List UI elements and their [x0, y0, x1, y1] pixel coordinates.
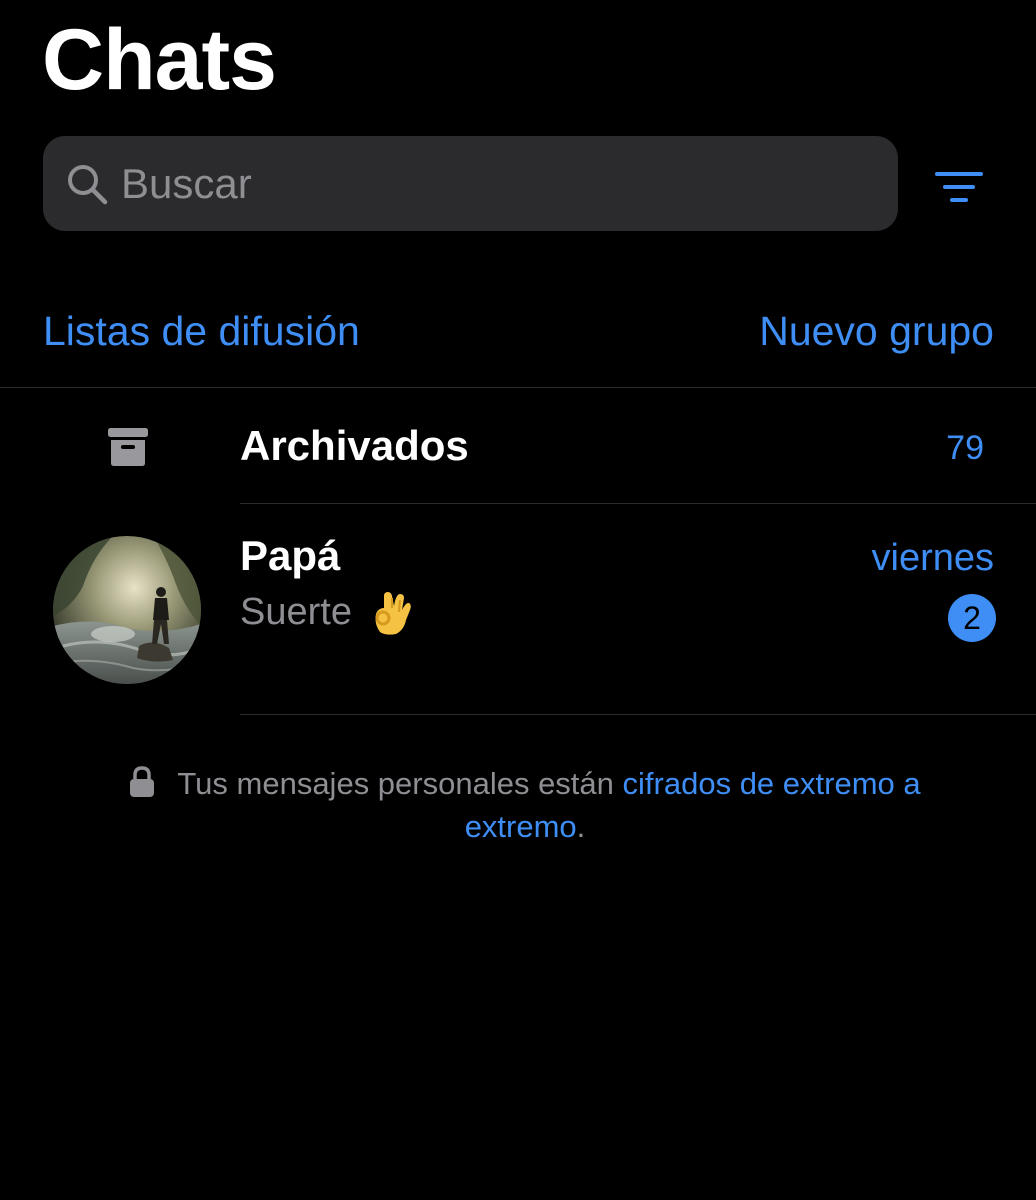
new-group-link[interactable]: Nuevo grupo [759, 305, 994, 357]
search-icon [65, 162, 109, 206]
archived-label: Archivados [240, 422, 469, 469]
last-message-text: Suerte [240, 591, 352, 633]
encryption-notice-text: Tus mensajes personales están [177, 766, 614, 801]
chat-list-item[interactable]: Papá viernes Suerte 2 [0, 504, 1036, 714]
chat-timestamp: viernes [871, 537, 995, 579]
lock-icon [129, 766, 155, 798]
avatar[interactable] [53, 536, 201, 684]
divider [240, 714, 1036, 715]
encryption-notice: Tus mensajes personales están cifrados d… [80, 762, 970, 848]
archived-count: 79 [946, 429, 984, 467]
encryption-notice-period: . [576, 809, 586, 844]
last-message-preview: Suerte [240, 588, 414, 636]
filter-icon [935, 172, 983, 202]
search-bar[interactable] [43, 136, 898, 231]
archive-box-icon [106, 426, 150, 468]
chat-name: Papá [240, 532, 341, 579]
archived-chats-row[interactable]: Archivados 79 [0, 388, 1036, 503]
filter-button[interactable] [934, 168, 984, 208]
unread-count-badge: 2 [948, 594, 996, 642]
page-title: Chats [42, 12, 277, 108]
search-input[interactable] [121, 159, 898, 208]
ok-hand-emoji-icon [370, 588, 414, 636]
broadcast-lists-link[interactable]: Listas de difusión [43, 305, 360, 357]
